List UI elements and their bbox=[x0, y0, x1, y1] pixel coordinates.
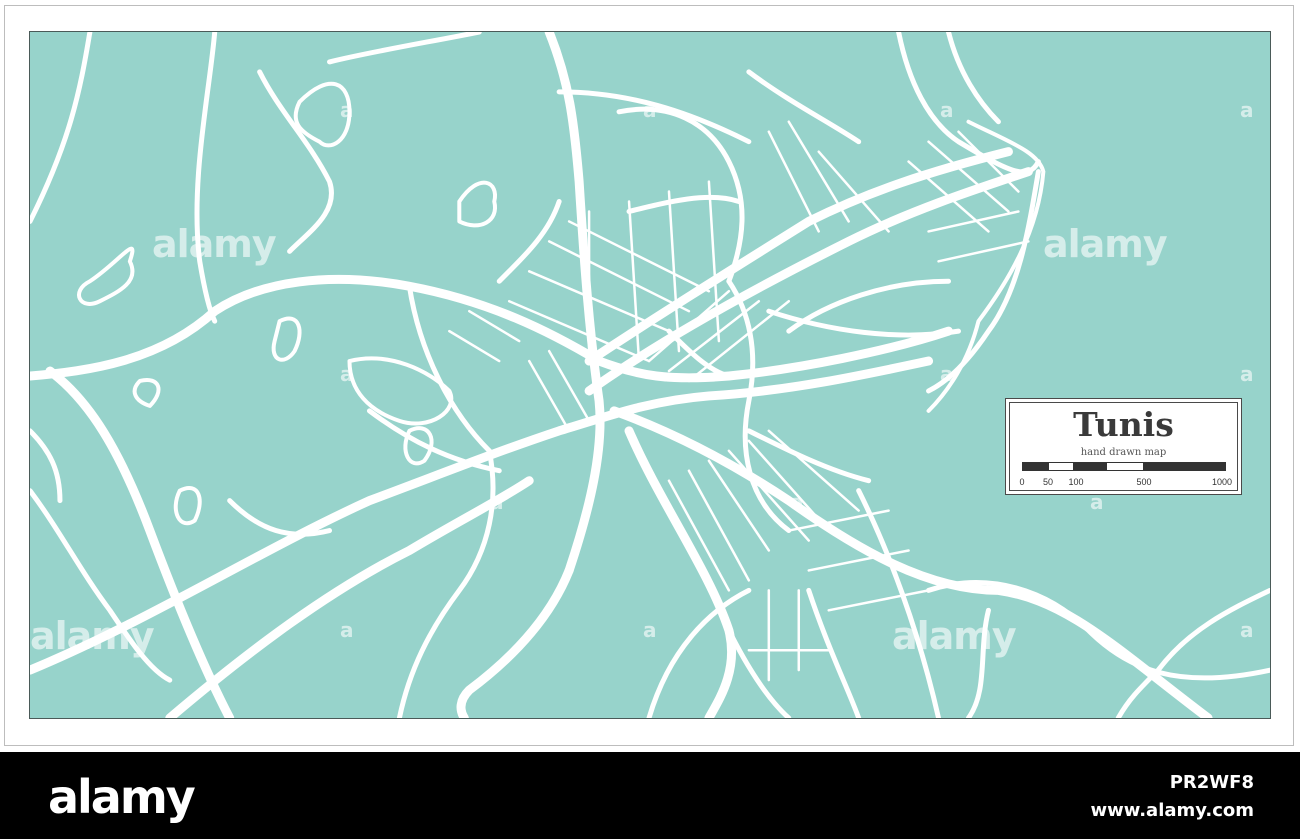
watermark-mark: a bbox=[340, 98, 354, 122]
watermark-mark: a bbox=[1240, 618, 1254, 642]
map-area: alamy alamy alamy alamy a a a a a a a a … bbox=[29, 31, 1271, 719]
scale-label: 0 bbox=[1019, 477, 1025, 487]
watermark-mark: a bbox=[790, 490, 804, 514]
watermark-mark: a bbox=[940, 98, 954, 122]
scale-label: 1000 bbox=[1211, 477, 1233, 487]
legend-border: Tunis hand drawn map 0 50 100 500 1000 bbox=[1009, 402, 1238, 491]
watermark-mark: a bbox=[643, 98, 657, 122]
scale-label: 500 bbox=[1136, 477, 1152, 487]
image-id: PR2WF8 bbox=[1169, 772, 1254, 793]
watermark: alamy bbox=[1043, 222, 1168, 266]
scale-label: 100 bbox=[1068, 477, 1084, 487]
brand-logo: alamy bbox=[48, 770, 196, 824]
map-title: Tunis bbox=[1073, 405, 1174, 444]
watermark-mark: a bbox=[940, 362, 954, 386]
watermark-mark: a bbox=[340, 362, 354, 386]
watermark-mark: a bbox=[340, 618, 354, 642]
site-url: www.alamy.com bbox=[1090, 800, 1254, 821]
watermark-mark: a bbox=[643, 618, 657, 642]
watermark: alamy bbox=[30, 614, 155, 658]
footer-bar: alamy PR2WF8 www.alamy.com bbox=[0, 752, 1300, 839]
watermark-mark: a bbox=[1240, 98, 1254, 122]
scale-bar bbox=[1022, 462, 1226, 471]
watermark-mark: a bbox=[1240, 362, 1254, 386]
watermark: alamy bbox=[152, 222, 277, 266]
map-legend: Tunis hand drawn map 0 50 100 500 1000 bbox=[1005, 398, 1242, 495]
watermark: alamy bbox=[892, 614, 1017, 658]
city-map bbox=[30, 32, 1270, 718]
scale-label: 50 bbox=[1042, 477, 1054, 487]
watermark-mark: a bbox=[490, 490, 504, 514]
map-subtitle: hand drawn map bbox=[1080, 447, 1167, 458]
